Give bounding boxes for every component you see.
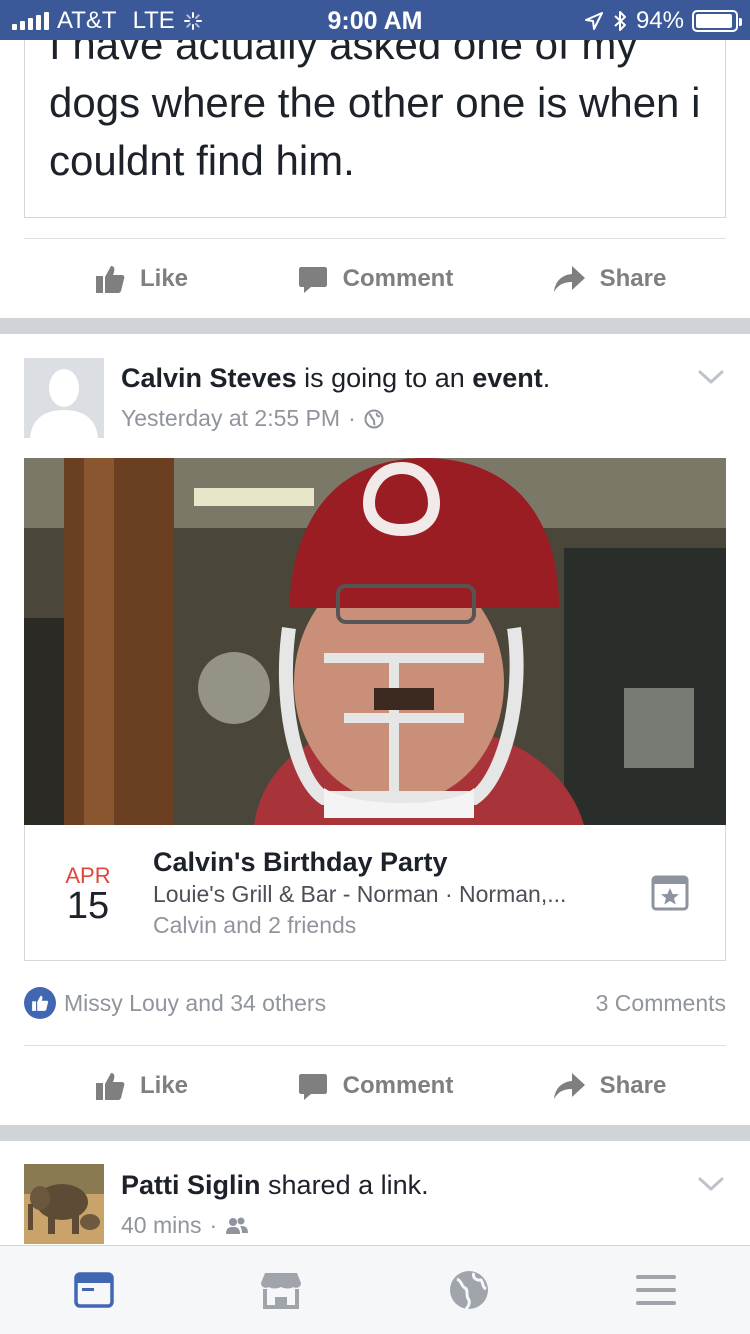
author-name[interactable]: Calvin Steves xyxy=(121,363,297,393)
event-link[interactable]: event xyxy=(472,363,543,393)
feed-separator xyxy=(0,1125,750,1141)
feed-separator xyxy=(0,318,750,334)
event-title[interactable]: Calvin's Birthday Party xyxy=(153,847,448,878)
tab-notifications[interactable] xyxy=(375,1246,563,1334)
chevron-down-icon[interactable] xyxy=(696,1174,726,1194)
like-reaction-icon xyxy=(24,987,56,1019)
avatar[interactable] xyxy=(24,1164,104,1244)
thumbs-up-icon xyxy=(95,266,125,293)
comment-button[interactable]: Comment xyxy=(258,263,492,295)
author-name[interactable]: Patti Siglin xyxy=(121,1170,261,1200)
battery-percent: 94% xyxy=(635,7,684,34)
battery-icon xyxy=(692,10,742,32)
comment-label: Comment xyxy=(342,265,454,292)
event-day: 15 xyxy=(66,885,110,927)
post-action-bar: Like Comment Share xyxy=(24,1046,726,1126)
event-friends: Calvin and 2 friends xyxy=(153,912,357,938)
elephant-photo-thumbnail xyxy=(24,1164,104,1244)
share-arrow-icon xyxy=(553,1073,585,1099)
post-timestamp[interactable]: 40 mins xyxy=(121,1212,202,1239)
meta-dot: · xyxy=(209,1212,218,1238)
share-arrow-icon xyxy=(553,266,585,292)
menu-icon xyxy=(636,1275,677,1305)
chevron-down-icon[interactable] xyxy=(696,367,726,387)
tab-news-feed[interactable] xyxy=(0,1246,188,1334)
share-label: Share xyxy=(599,1072,667,1099)
status-right: 94% xyxy=(584,7,742,35)
header-action-text: is going to an xyxy=(304,363,465,393)
like-label: Like xyxy=(139,265,189,292)
avatar[interactable] xyxy=(24,358,104,438)
reactions-summary[interactable]: Missy Louy and 34 others xyxy=(64,990,326,1017)
comment-bubble-icon xyxy=(298,267,327,293)
status-bar: AT&T LTE 9:00 AM 94% xyxy=(0,0,750,40)
share-button[interactable]: Share xyxy=(492,1071,726,1101)
share-label: Share xyxy=(599,265,667,292)
share-button[interactable]: Share xyxy=(492,264,726,294)
bottom-tab-bar xyxy=(0,1245,750,1334)
post-text-card: I have actually asked one of my dogs whe… xyxy=(24,40,726,218)
header-action-text: shared a link. xyxy=(268,1170,429,1200)
friends-icon xyxy=(226,1217,249,1234)
post-header: Patti Siglin shared a link. xyxy=(121,1170,429,1201)
comment-button[interactable]: Comment xyxy=(258,1070,492,1102)
like-button[interactable]: Like xyxy=(24,263,258,295)
thumbs-up-icon xyxy=(95,1073,125,1100)
header-period: . xyxy=(542,363,551,393)
post-action-bar: Like Comment Share xyxy=(24,239,726,319)
meta-dot: · xyxy=(348,405,356,431)
comment-label: Comment xyxy=(342,1072,454,1099)
post-text: I have actually asked one of my dogs whe… xyxy=(49,40,701,184)
event-info-card[interactable]: APR 15 Calvin's Birthday Party Louie's G… xyxy=(24,825,726,961)
globe-icon xyxy=(364,409,384,428)
location-arrow-icon xyxy=(584,12,603,30)
post-timestamp[interactable]: Yesterday at 2:55 PM xyxy=(121,405,340,432)
event-location: Louie's Grill & Bar - Norman · Norman,..… xyxy=(153,881,567,907)
event-photo-illustration xyxy=(24,458,726,825)
like-button[interactable]: Like xyxy=(24,1070,258,1102)
post-meta: 40 mins · xyxy=(121,1212,249,1239)
post-meta: Yesterday at 2:55 PM · xyxy=(121,405,384,432)
tab-menu[interactable] xyxy=(563,1246,750,1334)
comments-count[interactable]: 3 Comments xyxy=(596,990,726,1017)
tab-marketplace[interactable] xyxy=(188,1246,376,1334)
post-header: Calvin Steves is going to an event. xyxy=(121,363,550,394)
bluetooth-icon xyxy=(614,11,626,31)
like-label: Like xyxy=(139,1072,189,1099)
comment-bubble-icon xyxy=(298,1074,327,1100)
default-avatar-icon xyxy=(24,358,104,438)
globe-icon xyxy=(449,1271,488,1311)
event-cover-photo[interactable] xyxy=(24,458,726,825)
calendar-star-icon[interactable] xyxy=(651,873,689,911)
news-feed-icon xyxy=(74,1272,114,1308)
marketplace-icon xyxy=(261,1273,302,1309)
reactions-row: Missy Louy and 34 others 3 Comments xyxy=(24,986,726,1020)
